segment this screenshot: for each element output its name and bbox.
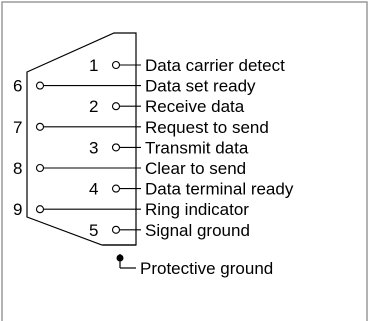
pin-list: 1 Data carrier detect 6 Data set ready 2 Rece… xyxy=(13,56,294,240)
pin-contact xyxy=(111,225,121,234)
pin-contact xyxy=(111,184,121,193)
pin-contact xyxy=(35,81,45,90)
pin-label: Ring indicator xyxy=(145,200,249,219)
pin-contact xyxy=(35,163,45,173)
db9-pinout-diagram: Protective ground 1 Data carrier detect 6 D… xyxy=(1,1,368,321)
pin-label: Transmit data xyxy=(145,138,249,157)
pin-label: Request to send xyxy=(145,118,269,137)
pin-number: 6 xyxy=(13,77,22,96)
pin-contact xyxy=(111,60,121,70)
pin-contact xyxy=(111,143,121,152)
pin-number: 3 xyxy=(89,138,98,157)
pin-number: 9 xyxy=(13,200,22,219)
pin-number: 5 xyxy=(89,221,98,240)
pin-label: Signal ground xyxy=(145,221,250,240)
pin-contact xyxy=(35,205,45,214)
ground-junction-dot xyxy=(116,254,124,262)
ground-label: Protective ground xyxy=(140,259,273,278)
pin-label: Clear to send xyxy=(145,159,246,178)
pin-label: Receive data xyxy=(145,97,245,116)
pin-number: 4 xyxy=(89,180,98,199)
pin-label: Data terminal ready xyxy=(145,180,294,199)
pin-label: Data set ready xyxy=(145,77,256,96)
pin-label: Data carrier detect xyxy=(145,56,285,75)
pin-number: 1 xyxy=(89,56,98,75)
pin-number: 8 xyxy=(13,159,22,178)
pin-contact xyxy=(35,122,45,131)
pin-contact xyxy=(111,102,121,111)
pin-number: 7 xyxy=(13,118,22,137)
pin-number: 2 xyxy=(89,97,98,116)
